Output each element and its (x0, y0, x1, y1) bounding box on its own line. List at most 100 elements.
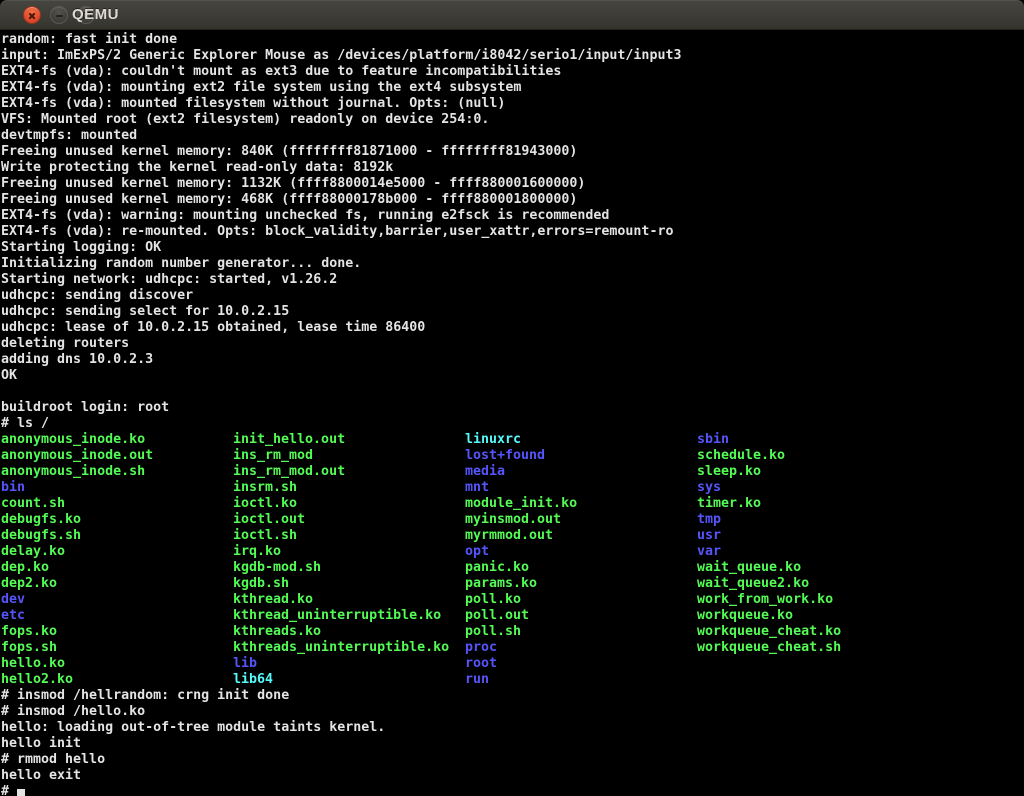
ls-entry: schedule.ko (697, 448, 929, 464)
terminal-line: # ls / (1, 416, 1024, 432)
ls-entry: ioctl.sh (233, 528, 465, 544)
ls-entry: kgdb.sh (233, 576, 465, 592)
ls-entry: anonymous_inode.out (1, 448, 233, 464)
terminal-line (1, 384, 1024, 400)
ls-entry: workqueue_cheat.ko (697, 624, 929, 640)
terminal-line: EXT4-fs (vda): couldn't mount as ext3 du… (1, 64, 1024, 80)
ls-entry: insrm.sh (233, 480, 465, 496)
terminal-line: # rmmod hello (1, 752, 1024, 768)
ls-entry: ioctl.ko (233, 496, 465, 512)
ls-entry: etc (1, 608, 233, 624)
ls-entry: delay.ko (1, 544, 233, 560)
ls-entry: bin (1, 480, 233, 496)
ls-entry: count.sh (1, 496, 233, 512)
ls-entry: root (465, 656, 697, 672)
terminal-screen[interactable]: random: fast init doneinput: ImExPS/2 Ge… (0, 30, 1024, 796)
ls-entry: irq.ko (233, 544, 465, 560)
terminal-line: VFS: Mounted root (ext2 filesystem) read… (1, 112, 1024, 128)
ls-entry: wait_queue.ko (697, 560, 929, 576)
ls-entry: workqueue_cheat.sh (697, 640, 929, 656)
ls-entry: myrmmod.out (465, 528, 697, 544)
terminal-line: hello init (1, 736, 1024, 752)
terminal-line: OK (1, 368, 1024, 384)
ls-entry: var (697, 544, 929, 560)
ls-entry: kthread.ko (233, 592, 465, 608)
ls-entry: poll.sh (465, 624, 697, 640)
terminal-line: hello exit (1, 768, 1024, 784)
terminal-line: input: ImExPS/2 Generic Explorer Mouse a… (1, 48, 1024, 64)
terminal-line: udhcpc: lease of 10.0.2.15 obtained, lea… (1, 320, 1024, 336)
ls-entry: kthreads_uninterruptible.ko (233, 640, 465, 656)
ls-entry: lib (233, 656, 465, 672)
close-icon (24, 7, 40, 23)
ls-entry: lib64 (233, 672, 465, 688)
ls-entry: kthread_uninterruptible.ko (233, 608, 465, 624)
ls-output: anonymous_inode.koinit_hello.outlinuxrcs… (1, 432, 1024, 688)
ls-entry (697, 672, 929, 688)
terminal-line: Freeing unused kernel memory: 468K (ffff… (1, 192, 1024, 208)
ls-entry: sleep.ko (697, 464, 929, 480)
ls-entry: hello2.ko (1, 672, 233, 688)
terminal-line: buildroot login: root (1, 400, 1024, 416)
ls-entry: sbin (697, 432, 929, 448)
ls-entry: proc (465, 640, 697, 656)
terminal-line: Freeing unused kernel memory: 840K (ffff… (1, 144, 1024, 160)
ls-entry: sys (697, 480, 929, 496)
terminal-line: EXT4-fs (vda): re-mounted. Opts: block_v… (1, 224, 1024, 240)
ls-entry: params.ko (465, 576, 697, 592)
ls-entry: hello.ko (1, 656, 233, 672)
ls-entry: debugfs.sh (1, 528, 233, 544)
close-button[interactable] (23, 6, 41, 24)
ls-entry: anonymous_inode.sh (1, 464, 233, 480)
terminal-line: EXT4-fs (vda): mounted filesystem withou… (1, 96, 1024, 112)
ls-entry: panic.ko (465, 560, 697, 576)
terminal-line: random: fast init done (1, 32, 1024, 48)
ls-entry: workqueue.ko (697, 608, 929, 624)
ls-entry: run (465, 672, 697, 688)
terminal-line: Initializing random number generator... … (1, 256, 1024, 272)
ls-entry: lost+found (465, 448, 697, 464)
terminal-line: udhcpc: sending discover (1, 288, 1024, 304)
terminal-line: Write protecting the kernel read-only da… (1, 160, 1024, 176)
minimize-icon (51, 7, 67, 23)
ls-entry: poll.ko (465, 592, 697, 608)
minimize-button[interactable] (50, 6, 68, 24)
ls-entry (697, 656, 929, 672)
ls-entry: kgdb-mod.sh (233, 560, 465, 576)
ls-entry: work_from_work.ko (697, 592, 929, 608)
ls-entry: media (465, 464, 697, 480)
ls-entry: poll.out (465, 608, 697, 624)
ls-entry: myinsmod.out (465, 512, 697, 528)
ls-entry: ins_rm_mod (233, 448, 465, 464)
ls-entry: module_init.ko (465, 496, 697, 512)
prompt-line: # (1, 784, 1024, 796)
ls-entry: wait_queue2.ko (697, 576, 929, 592)
window-title: QEMU (72, 0, 119, 30)
ls-entry: debugfs.ko (1, 512, 233, 528)
ls-entry: dep.ko (1, 560, 233, 576)
terminal-line: Starting logging: OK (1, 240, 1024, 256)
ls-entry: linuxrc (465, 432, 697, 448)
ls-entry: ins_rm_mod.out (233, 464, 465, 480)
ls-entry: mnt (465, 480, 697, 496)
ls-entry: timer.ko (697, 496, 929, 512)
ls-entry: usr (697, 528, 929, 544)
titlebar[interactable]: QEMU (0, 0, 1024, 30)
ls-entry: fops.sh (1, 640, 233, 656)
terminal-line: # insmod /hello.ko (1, 704, 1024, 720)
shell-session: # insmod /hellrandom: crng init done# in… (1, 688, 1024, 796)
terminal-line: hello: loading out-of-tree module taints… (1, 720, 1024, 736)
ls-entry: dep2.ko (1, 576, 233, 592)
terminal-line: deleting routers (1, 336, 1024, 352)
terminal-line: udhcpc: sending select for 10.0.2.15 (1, 304, 1024, 320)
terminal-line: adding dns 10.0.2.3 (1, 352, 1024, 368)
text-cursor (17, 789, 25, 796)
ls-entry: anonymous_inode.ko (1, 432, 233, 448)
terminal-line: devtmpfs: mounted (1, 128, 1024, 144)
terminal-line: # insmod /hellrandom: crng init done (1, 688, 1024, 704)
ls-entry: dev (1, 592, 233, 608)
terminal-line: Starting network: udhcpc: started, v1.26… (1, 272, 1024, 288)
boot-log: random: fast init doneinput: ImExPS/2 Ge… (1, 32, 1024, 432)
ls-entry: init_hello.out (233, 432, 465, 448)
terminal-line: EXT4-fs (vda): mounting ext2 file system… (1, 80, 1024, 96)
